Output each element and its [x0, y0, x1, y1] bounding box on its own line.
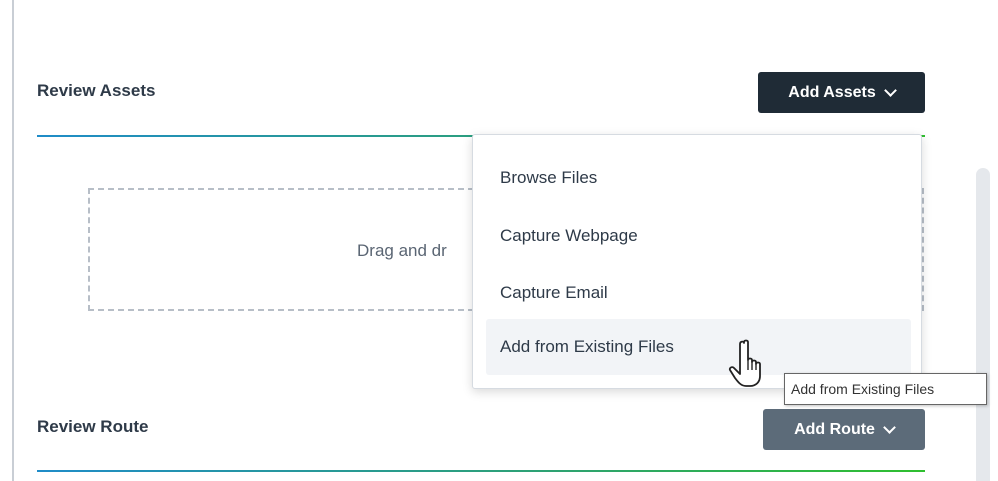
add-assets-button-label: Add Assets — [788, 83, 876, 101]
dropzone-text: Drag and dr — [357, 241, 447, 260]
hand-pointer-icon — [728, 339, 761, 387]
review-assets-title: Review Assets — [37, 81, 156, 100]
tooltip: Add from Existing Files — [784, 373, 987, 405]
chevron-down-icon — [883, 83, 897, 97]
add-assets-dropdown-menu: Browse Files Capture Webpage Capture Ema… — [472, 134, 922, 389]
menu-item-add-from-existing-files[interactable]: Add from Existing Files — [486, 319, 911, 375]
review-route-divider — [37, 470, 925, 472]
panel-left-border — [12, 0, 14, 481]
add-route-button[interactable]: Add Route — [763, 409, 925, 450]
chevron-down-icon — [883, 420, 896, 434]
add-route-button-label: Add Route — [794, 420, 875, 438]
menu-item-capture-email[interactable]: Capture Email — [486, 265, 911, 321]
menu-item-browse-files[interactable]: Browse Files — [486, 150, 911, 206]
menu-item-capture-webpage[interactable]: Capture Webpage — [486, 208, 911, 264]
review-route-title: Review Route — [37, 417, 149, 436]
add-assets-button[interactable]: Add Assets — [758, 72, 925, 113]
scrollbar[interactable] — [976, 168, 990, 481]
